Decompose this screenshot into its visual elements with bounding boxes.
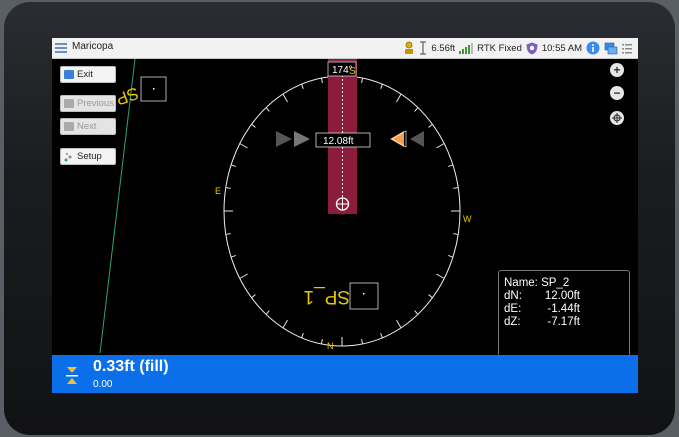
compass-tick [453,187,459,189]
point-sp1-box [349,282,379,310]
previous-label: Previous [77,98,114,109]
next-label: Next [77,121,97,132]
cut-fill-bar[interactable]: 0.33ft (fill) 0.00 [52,355,638,393]
map-point-label: SP [113,83,141,109]
zoom-out-button[interactable]: − [610,86,624,100]
shield-icon[interactable] [526,42,538,55]
compass-tick [282,319,288,329]
compass-tick [361,338,363,345]
info-dn-value: 12.00ft [544,290,580,302]
app-title: Maricopa [72,41,114,52]
setup-button[interactable]: Setup [60,148,116,165]
signal-bars-icon [459,42,474,54]
info-dz-key: dZ: [504,316,521,328]
compass-tick [321,338,323,345]
compass-tick [239,143,248,149]
compass-tick [251,294,256,299]
compass-tick [321,77,323,84]
next-button[interactable]: Next [60,118,116,135]
info-de-row: dE: -1.44ft [504,303,629,316]
next-icon [64,122,74,131]
compass-tick [301,83,304,90]
info-name-value: SP_2 [541,277,570,289]
surveyor-icon[interactable] [403,41,415,55]
info-name-row: Name: SP_2 [504,277,629,290]
app-screen: Maricopa 6.56ft RTK Fixed 10:55 AM 174° … [52,38,638,393]
info-de-key: dE: [504,303,522,315]
info-icon[interactable] [586,41,600,55]
compass-tick [448,254,454,258]
previous-button[interactable]: Previous [60,95,116,112]
info-de-value: -1.44ft [547,303,580,315]
east-label: E [215,186,221,196]
zoom-in-button[interactable]: + [610,63,624,77]
arrow-left-outer-icon [276,131,292,147]
info-dz-row: dZ: -7.17ft [504,316,629,329]
arrow-right-outer-icon [410,131,424,147]
info-name-key: Name: [504,277,538,289]
list-menu-icon[interactable] [622,43,632,54]
fill-arrow-icon [66,367,78,384]
compass-tick [380,83,383,90]
compass-tick [361,77,363,84]
compass-tick [225,233,231,235]
compass-tick [396,93,402,103]
previous-icon [64,99,74,108]
compass-tick [414,310,419,315]
compass-tick [230,164,236,168]
menu-icon[interactable] [55,43,67,53]
gnss-status[interactable]: RTK Fixed [477,43,522,54]
north-glyph: S [349,66,356,77]
west-label: W [463,214,472,224]
compass-tick [251,123,256,128]
windows-icon[interactable] [604,42,618,55]
compass-tick [396,319,402,329]
compass-tick [282,93,288,103]
compass-tick [265,107,270,112]
compass-tick [225,187,231,189]
point-sp1-label: SP_1 [304,286,350,307]
compass-tick [414,107,419,112]
arrow-left-inner-icon [294,131,310,147]
compass-tick [230,254,236,258]
compass-tick [239,273,248,279]
cut-fill-secondary: 0.00 [93,379,113,390]
exit-button[interactable]: Exit [60,66,116,83]
compass-tick [436,273,445,279]
distance-text: 12.08ft [323,136,354,147]
clock-time: 10:55 AM [541,42,582,54]
crosshair-icon [612,113,622,123]
status-area: 6.56ft RTK Fixed 10:55 AM [403,40,632,56]
compass-tick [448,164,454,168]
compass-tick [436,143,445,149]
antenna-height-icon [419,41,427,55]
compass-tick [428,123,433,128]
locate-button[interactable] [610,111,624,125]
exit-label: Exit [77,69,93,80]
compass-tick [453,233,459,235]
compass-tick [265,310,270,315]
compass-tick [380,332,383,339]
top-bar: Maricopa 6.56ft RTK Fixed 10:55 AM [52,38,638,59]
cut-fill-value: 0.33ft (fill) [93,358,169,375]
north-label: N [327,341,334,351]
compass-tick [301,332,304,339]
stakeout-map[interactable]: 174° S 12.08ft E W N SP_1 SP Exit Previo… [52,59,638,371]
antenna-height-value[interactable]: 6.56ft [431,43,455,54]
compass-tick [428,294,433,299]
info-dn-key: dN: [504,290,522,302]
exit-icon [64,70,74,79]
setup-label: Setup [77,151,102,162]
info-dz-value: -7.17ft [547,316,580,328]
setup-icon [64,152,74,162]
info-dn-row: dN: 12.00ft [504,290,629,303]
